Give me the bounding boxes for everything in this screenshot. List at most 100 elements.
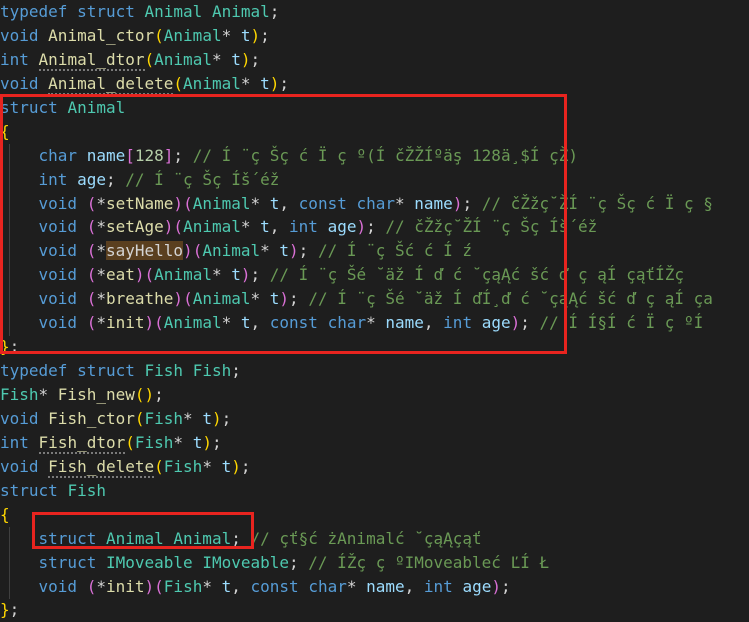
code-line[interactable]: typedef struct Fish Fish; xyxy=(0,359,749,383)
bracket: ) xyxy=(250,25,261,45)
function-name: setAge xyxy=(105,217,164,237)
keyword: void xyxy=(0,73,39,93)
code-line[interactable]: void (*breathe)(Animal* t); // Í ¨ç Šé ˘… xyxy=(0,287,749,311)
keyword: void xyxy=(38,576,78,596)
punctuation xyxy=(135,2,145,21)
bracket: ( xyxy=(86,241,97,261)
punctuation: * xyxy=(211,265,232,285)
punctuation xyxy=(58,98,68,117)
punctuation: * xyxy=(96,313,106,333)
code-line[interactable]: void (*init)(Fish* t, const char* name, … xyxy=(0,575,749,599)
punctuation xyxy=(472,313,482,332)
keyword: int xyxy=(423,576,453,596)
code-line[interactable]: struct Animal xyxy=(0,96,749,120)
type-name: Animal xyxy=(183,73,241,93)
comment: // ÍŽç ç ºIMoveableć ĽÍ Ł xyxy=(308,552,550,572)
keyword: typedef xyxy=(0,361,68,381)
keyword: void xyxy=(38,265,78,285)
punctuation xyxy=(0,529,39,548)
punctuation: ; xyxy=(462,193,482,213)
variable: t xyxy=(260,217,270,237)
type-name: Fish xyxy=(144,361,184,381)
code-line[interactable]: void (*setName)(Animal* t, const char* n… xyxy=(0,192,749,216)
function-name: init xyxy=(105,313,145,333)
punctuation: ; xyxy=(173,145,193,165)
variable: name xyxy=(86,145,126,165)
code-line[interactable]: int Fish_dtor(Fish* t); xyxy=(0,431,749,455)
type-name: Animal xyxy=(173,528,232,548)
punctuation xyxy=(67,361,77,380)
code-line[interactable]: void (*eat)(Animal* t); // Í ¨ç Šé ˘äž Í… xyxy=(0,263,749,287)
code-line[interactable]: int Animal_dtor(Animal* t); xyxy=(0,48,749,72)
type-name: Animal xyxy=(144,2,203,21)
punctuation: ; xyxy=(231,528,251,548)
comment: // Í ¨ç Šç Íš´éž xyxy=(125,169,290,189)
type-name: Animal xyxy=(192,289,251,309)
punctuation xyxy=(453,577,463,596)
code-line[interactable]: void (*init)(Animal* t, const char* name… xyxy=(0,311,749,335)
code-line[interactable]: struct Animal Animal; // çť§ć żAnimalć ˘… xyxy=(0,527,749,551)
punctuation: * xyxy=(240,73,261,93)
function-name: Fish_dtor xyxy=(38,432,126,454)
keyword: void xyxy=(0,25,39,45)
code-line[interactable]: int age; // Í ¨ç Šç Íš´éž xyxy=(0,168,749,192)
code-line[interactable]: { xyxy=(0,503,749,527)
type-name: Animal xyxy=(67,97,126,117)
type-name: Fish xyxy=(134,432,174,452)
punctuation: ; xyxy=(105,169,126,189)
punctuation xyxy=(193,553,203,572)
code-editor[interactable]: typedef struct Animal Animal; void Animal… xyxy=(0,0,749,622)
keyword: void xyxy=(0,456,39,476)
code-line[interactable]: void Animal_delete(Animal* t); xyxy=(0,72,749,96)
type-name: IMoveable xyxy=(105,552,193,572)
punctuation xyxy=(0,146,39,165)
function-name: Animal_delete xyxy=(48,73,174,95)
code-line[interactable]: typedef struct Animal Animal; xyxy=(0,0,749,24)
function-name: Fish_new xyxy=(57,385,135,404)
keyword: char xyxy=(38,145,78,165)
code-line[interactable]: void Animal_ctor(Animal* t); xyxy=(0,24,749,48)
keyword: int xyxy=(443,313,473,333)
code-line[interactable]: { xyxy=(0,120,749,144)
code-line[interactable]: struct IMoveable IMoveable; // ÍŽç ç ºIM… xyxy=(0,551,749,575)
punctuation: * xyxy=(202,456,222,476)
bracket: ) xyxy=(173,289,184,309)
bracket: ) xyxy=(231,456,241,476)
punctuation xyxy=(39,409,49,428)
punctuation: * xyxy=(250,193,270,213)
bracket: ) xyxy=(183,241,193,261)
punctuation xyxy=(96,529,106,548)
code-line[interactable]: Fish* Fish_new(); xyxy=(0,383,749,407)
bracket: ( xyxy=(192,241,203,261)
code-line[interactable]: struct Fish xyxy=(0,479,749,503)
punctuation xyxy=(39,74,49,93)
code-line[interactable]: void (*sayHello)(Animal* t); // Í ¨ç Šć … xyxy=(0,239,749,263)
code-line[interactable]: void Fish_delete(Fish* t); xyxy=(0,455,749,479)
type-name: Animal xyxy=(211,2,270,21)
punctuation: * xyxy=(183,408,203,428)
bracket: ) xyxy=(211,408,222,428)
code-line[interactable]: void Fish_ctor(Fish* t); xyxy=(0,407,749,431)
variable: name xyxy=(366,576,405,596)
variable: t xyxy=(221,576,232,596)
punctuation: ; xyxy=(366,217,386,237)
punctuation xyxy=(318,217,328,236)
punctuation: ; xyxy=(250,49,261,69)
keyword: void xyxy=(38,193,78,213)
code-line[interactable]: void (*setAge)(Animal* t, int age); // č… xyxy=(0,215,749,239)
punctuation: , xyxy=(250,313,270,333)
punctuation: , xyxy=(269,217,290,237)
keyword: struct xyxy=(38,552,97,572)
function-name: eat xyxy=(105,265,135,285)
comment: // Í ¨ç Šć ć Í ź xyxy=(317,241,473,261)
bracket: ( xyxy=(86,265,97,285)
punctuation: * xyxy=(221,25,241,45)
punctuation xyxy=(135,361,145,380)
code-line[interactable]: }; xyxy=(0,335,749,359)
punctuation: ; xyxy=(240,456,251,476)
code-line[interactable]: }; xyxy=(0,598,749,622)
punctuation: * xyxy=(202,576,222,596)
bracket: } xyxy=(0,337,10,357)
code-line[interactable]: char name[128]; // Í ¨ç Šç ć Ï ç º(Í čŽŽ… xyxy=(0,144,749,168)
keyword: typedef xyxy=(0,2,68,21)
